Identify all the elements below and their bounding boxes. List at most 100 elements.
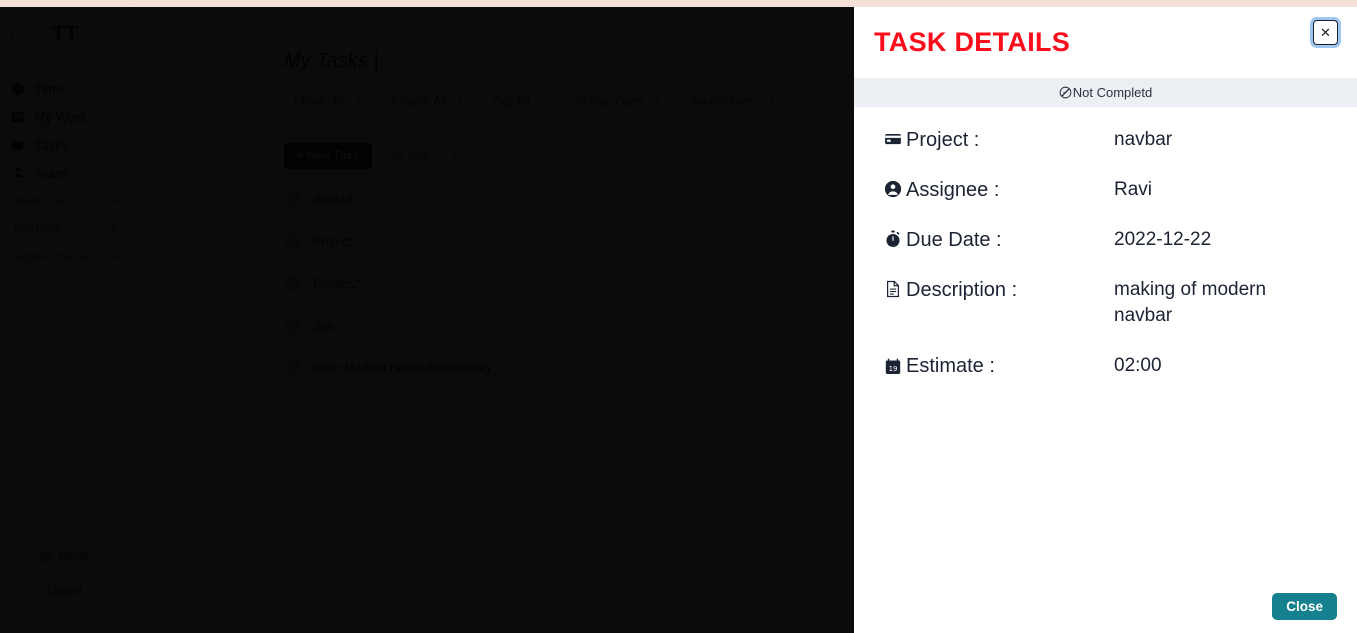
chevron-down-icon: ▾ (111, 251, 117, 262)
list-icon (10, 110, 25, 125)
chevron-left-icon[interactable]: ‹ (10, 27, 14, 40)
app-logo[interactable]: TT TIME TRACKER (38, 20, 91, 52)
sidebar-item-tasks[interactable]: Tasks (0, 131, 129, 159)
sidebar-item-label: Tasks (34, 137, 69, 153)
filter-label: Status: Open (576, 96, 644, 108)
detail-label: Description : (906, 279, 1018, 301)
detail-row-description: Description : making of modern navbar (854, 277, 1357, 329)
sidebar-section-manage[interactable]: MANAGE ▾ (0, 215, 129, 243)
logout-label: Logout (46, 585, 83, 597)
sidebar-nav: Time My Work Tasks Team ANALYZE ▾ MANAGE… (0, 75, 129, 271)
task-name: Project (313, 234, 352, 249)
detail-row-estimate: 19 Estimate : 02:00 (854, 353, 1357, 379)
sidebar-section-workspace[interactable]: WORKSPACE ▾ (0, 243, 129, 271)
task-name: Project2 (313, 276, 359, 291)
close-icon[interactable]: ✕ (1313, 20, 1338, 45)
svg-text:19: 19 (889, 365, 898, 373)
not-completed-icon (1059, 85, 1072, 101)
filter-client[interactable]: Client : All ▾ (284, 89, 372, 115)
check-circle-icon[interactable] (284, 233, 301, 250)
detail-value: Ravi (1114, 179, 1153, 200)
detail-row-due-date: Due Date : 2022-12-22 (854, 227, 1357, 253)
sidebar-item-label: My Work (34, 109, 87, 125)
top-accent-strip (0, 0, 1357, 7)
modal-title: TASK DETAILS (874, 27, 1071, 57)
task-detail-list: Project : navbar Assignee : Ravi Due Dat… (854, 107, 1357, 379)
check-circle-icon[interactable] (284, 359, 301, 376)
new-task-button[interactable]: + New Task (284, 143, 373, 169)
person-icon (884, 177, 906, 198)
sidebar-item-label: Team (34, 165, 68, 181)
chevron-down-icon: ▾ (111, 223, 117, 234)
screen-root: ‹ TT TIME TRACKER Time My Work Tasks Tea… (0, 0, 1357, 633)
sidebar-item-team[interactable]: Team (0, 159, 129, 187)
sidebar-footer: admin Logout (0, 543, 129, 633)
detail-value: 2022-12-22 (1114, 229, 1212, 250)
detail-value: making of modern navbar (1114, 279, 1267, 326)
close-button[interactable]: Close (1272, 593, 1337, 620)
credit-card-icon (884, 127, 906, 148)
all-task-dropdown[interactable]: All Task ▾ (380, 143, 467, 169)
detail-label: Assignee : (906, 179, 1000, 201)
chevron-down-icon: ▾ (655, 96, 660, 107)
sidebar-section-label: WORKSPACE (14, 251, 87, 263)
sidebar-item-time[interactable]: Time (0, 75, 129, 103)
task-row[interactable]: Project2 (266, 263, 854, 305)
sidebar-item-my-work[interactable]: My Work (0, 103, 129, 131)
stopwatch-icon (884, 227, 906, 248)
task-list: Anshul Project Project2 dsa code Modern … (266, 179, 854, 389)
account-button[interactable]: admin (10, 543, 119, 569)
filter-tag[interactable]: Tag: All ▾ (482, 89, 557, 115)
filter-bar: Client : All ▾ Project: All ▾ Tag: All ▾… (266, 73, 854, 115)
tasks-toolbar: + New Task All Task ▾ (266, 133, 854, 179)
task-name: dsa (313, 318, 334, 333)
filter-label: Project: All (391, 96, 446, 108)
filter-label: Tag: All (492, 96, 530, 108)
tasks-panel: My Tasks | Client : All ▾ Project: All ▾… (265, 33, 854, 633)
team-icon (10, 166, 25, 181)
status-badge: Not Completd (854, 78, 1357, 107)
task-row[interactable]: dsa (266, 305, 854, 347)
filter-source[interactable]: Source:Inter.. ▾ (679, 89, 785, 115)
modal-footer: Close (1272, 593, 1337, 620)
task-row[interactable]: code Modern Hover functionality (266, 347, 854, 389)
modal-header: TASK DETAILS ✕ (854, 7, 1357, 78)
folder-icon (10, 138, 25, 153)
document-icon (884, 277, 906, 298)
task-row[interactable]: Project (266, 221, 854, 263)
page-title-text: My Tasks (284, 50, 368, 72)
clock-icon (10, 82, 25, 97)
filter-label: Source:Inter.. (689, 96, 759, 108)
task-row[interactable]: Anshul (266, 179, 854, 221)
sidebar-header: ‹ TT TIME TRACKER (0, 7, 129, 67)
check-circle-icon[interactable] (284, 191, 301, 208)
title-caret: | (373, 50, 379, 72)
detail-label: Project : (906, 129, 980, 151)
chevron-down-icon: ▾ (451, 150, 457, 161)
task-name: code Modern Hover functionality (313, 360, 493, 375)
sidebar-section-analyze[interactable]: ANALYZE ▾ (0, 187, 129, 215)
detail-row-project: Project : navbar (854, 127, 1357, 153)
filter-project[interactable]: Project: All ▾ (381, 89, 473, 115)
logo-subtitle: TIME TRACKER (38, 45, 91, 52)
check-circle-icon[interactable] (284, 317, 301, 334)
task-details-modal: TASK DETAILS ✕ Not Completd Project : na… (854, 7, 1357, 633)
sidebar-item-label: Time (34, 81, 64, 97)
filter-status[interactable]: Status: Open ▾ (566, 89, 670, 115)
logo-mark: TT (51, 20, 78, 45)
sidebar: ‹ TT TIME TRACKER Time My Work Tasks Tea… (0, 7, 130, 633)
sidebar-section-label: MANAGE (14, 223, 64, 235)
background-app: ‹ TT TIME TRACKER Time My Work Tasks Tea… (0, 7, 854, 633)
person-icon (40, 550, 52, 562)
detail-label: Estimate : (906, 355, 995, 377)
logout-button[interactable]: Logout (10, 578, 119, 604)
detail-label: Due Date : (906, 229, 1002, 251)
task-name: Anshul (313, 192, 352, 207)
check-circle-icon[interactable] (284, 275, 301, 292)
chevron-down-icon: ▾ (541, 96, 547, 107)
chevron-down-icon: ▾ (458, 96, 463, 107)
detail-value: navbar (1114, 129, 1173, 150)
sidebar-section-label: ANALYZE (14, 195, 66, 207)
page-title: My Tasks | (266, 34, 854, 73)
status-text: Not Completd (1072, 85, 1153, 100)
